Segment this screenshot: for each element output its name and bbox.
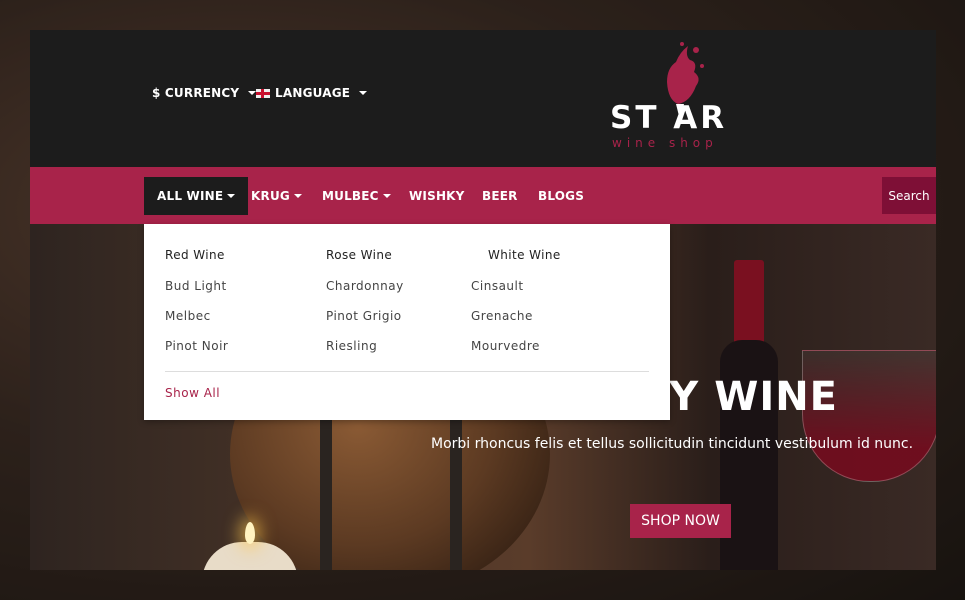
menu-link[interactable]: Grenache <box>471 309 533 323</box>
uk-flag-icon <box>256 88 270 98</box>
nav-item-krug[interactable]: KRUG <box>251 177 302 215</box>
menu-link[interactable]: Pinot Noir <box>165 339 228 353</box>
menu-link[interactable]: Melbec <box>165 309 211 323</box>
menu-link[interactable]: Chardonnay <box>326 279 404 293</box>
menu-link[interactable]: Mourvedre <box>471 339 540 353</box>
search-button[interactable]: Search <box>882 177 936 214</box>
nav-item-blogs[interactable]: BLOGS <box>538 177 584 215</box>
site-header: $ CURRENCY LANGUAGE ST AR wine shop <box>30 30 936 167</box>
currency-label: $ CURRENCY <box>152 86 240 100</box>
logo[interactable]: ST AR wine shop <box>610 38 755 156</box>
logo-subtitle: wine shop <box>612 136 718 150</box>
bottle-neck <box>734 260 764 350</box>
show-all-link[interactable]: Show All <box>165 386 220 400</box>
chevron-down-icon <box>293 194 302 198</box>
shop-now-button[interactable]: SHOP NOW <box>630 504 731 538</box>
logo-text: ST AR <box>610 100 728 136</box>
nav-item-label: BEER <box>482 189 518 203</box>
column-heading-white-wine[interactable]: White Wine <box>488 248 561 262</box>
language-selector[interactable]: LANGUAGE <box>256 86 368 100</box>
menu-link[interactable]: Bud Light <box>165 279 227 293</box>
currency-selector[interactable]: $ CURRENCY <box>152 86 257 100</box>
divider <box>165 371 649 372</box>
nav-item-label: WISHKY <box>409 189 465 203</box>
shop-page: $ CURRENCY LANGUAGE ST AR wine shop ALL … <box>30 30 936 570</box>
nav-item-beer[interactable]: BEER <box>482 177 518 215</box>
hero-subtitle: Morbi rhoncus felis et tellus sollicitud… <box>431 436 914 452</box>
nav-item-label: KRUG <box>251 189 290 203</box>
menu-link[interactable]: Riesling <box>326 339 377 353</box>
nav-item-all-wine[interactable]: ALL WINE <box>144 177 249 215</box>
language-label: LANGUAGE <box>275 86 351 100</box>
nav-item-mulbec[interactable]: MULBEC <box>322 177 391 215</box>
main-navigation: ALL WINE KRUG MULBEC WISHKY BEER BLOGS S… <box>30 167 936 224</box>
all-wine-dropdown: Red Wine Bud Light Melbec Pinot Noir Ros… <box>144 224 670 420</box>
candle-flame <box>245 522 255 544</box>
column-heading-rose-wine[interactable]: Rose Wine <box>326 248 392 262</box>
menu-link[interactable]: Pinot Grigio <box>326 309 402 323</box>
chevron-down-icon <box>359 91 368 95</box>
nav-item-wishky[interactable]: WISHKY <box>409 177 465 215</box>
nav-item-label: MULBEC <box>322 189 379 203</box>
nav-item-label: ALL WINE <box>157 189 224 203</box>
nav-item-label: BLOGS <box>538 189 585 203</box>
menu-link[interactable]: Cinsault <box>471 279 524 293</box>
chevron-down-icon <box>382 194 391 198</box>
chevron-down-icon <box>227 194 236 198</box>
column-heading-red-wine[interactable]: Red Wine <box>165 248 225 262</box>
